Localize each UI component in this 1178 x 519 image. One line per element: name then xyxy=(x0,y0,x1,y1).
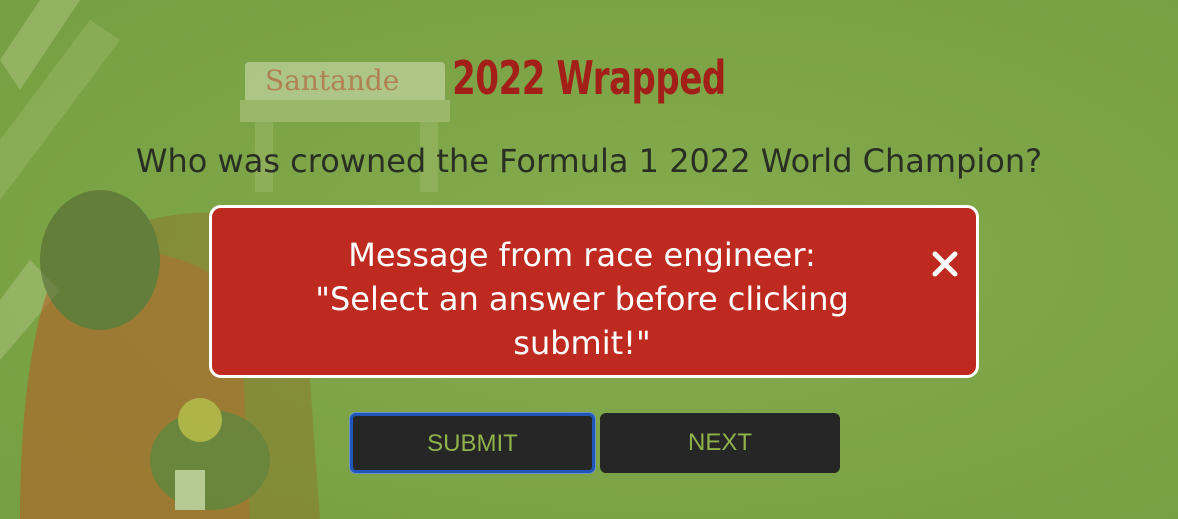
alert-message-line: submit!" xyxy=(513,324,651,362)
alert-message-line: "Select an answer before clicking xyxy=(315,280,849,318)
next-button[interactable]: NEXT xyxy=(600,413,840,473)
submit-button[interactable]: SUBMIT xyxy=(350,413,595,473)
alert-modal: Message from race engineer: "Select an a… xyxy=(209,205,979,378)
question-text: Who was crowned the Formula 1 2022 World… xyxy=(135,142,1043,180)
alert-message: Message from race engineer: "Select an a… xyxy=(252,233,912,365)
close-icon-glyph xyxy=(932,251,958,277)
alert-message-line: Message from race engineer: xyxy=(348,236,816,274)
close-icon[interactable] xyxy=(927,246,963,282)
page-title: 2022 Wrapped xyxy=(452,51,726,105)
